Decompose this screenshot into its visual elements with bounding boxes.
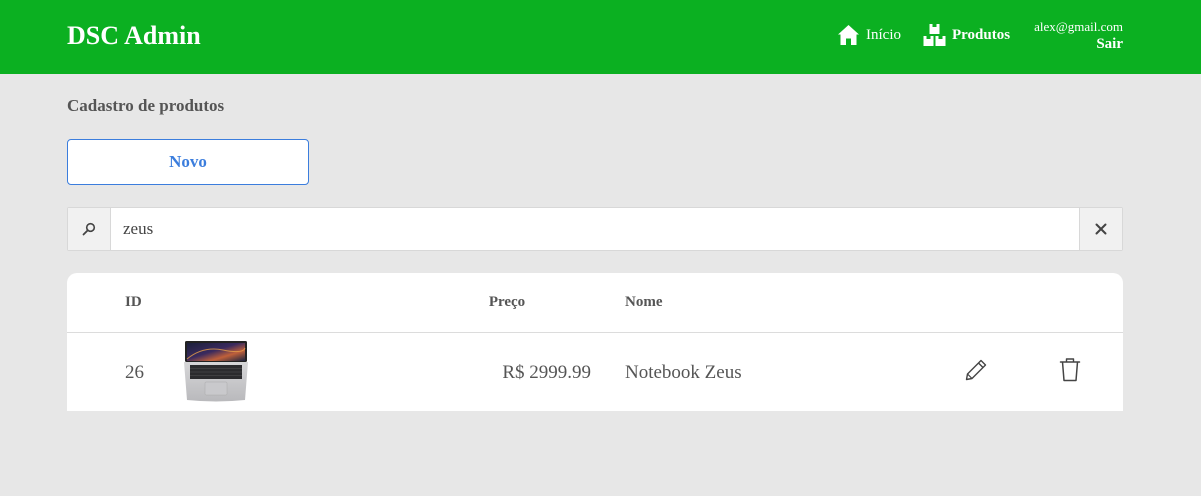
product-price: R$ 2999.99 [502,362,591,383]
user-menu: alex@gmail.com Sair [1034,19,1123,53]
search-input[interactable] [111,208,1079,250]
home-icon [837,24,860,46]
column-header-price: Preço [488,294,526,310]
column-header-name: Nome [625,294,663,310]
close-icon[interactable] [1079,208,1122,250]
search-bar [67,207,1123,251]
table-header: ID Preço Nome [67,273,1123,333]
trash-icon[interactable] [1059,357,1081,388]
search-icon [68,208,111,250]
page-title: Cadastro de produtos [67,96,225,115]
table-row: 26 R$ 2999.99 Notebook Zeus [67,334,1123,411]
user-email: alex@gmail.com [1034,19,1123,34]
logout-link[interactable]: Sair [1034,35,1123,53]
pencil-icon[interactable] [964,358,988,387]
nav-link-inicio[interactable]: Início [837,22,901,48]
product-id: 26 [125,362,144,383]
top-navbar: DSC Admin Início Produtos alex@gmail.com… [0,0,1201,74]
nav-link-produtos[interactable]: Produtos [923,22,1010,48]
boxes-icon [923,23,946,47]
product-name: Notebook Zeus [625,362,742,383]
nav-link-produtos-label: Produtos [952,26,1011,43]
column-header-id: ID [125,294,142,310]
laptop-thumbnail [183,340,249,404]
nav-link-inicio-label: Início [866,26,901,43]
new-product-button[interactable]: Novo [67,139,309,185]
brand-title[interactable]: DSC Admin [67,20,201,52]
products-table: ID Preço Nome 26 R$ 2999.99 Notebook Zeu… [67,273,1123,411]
